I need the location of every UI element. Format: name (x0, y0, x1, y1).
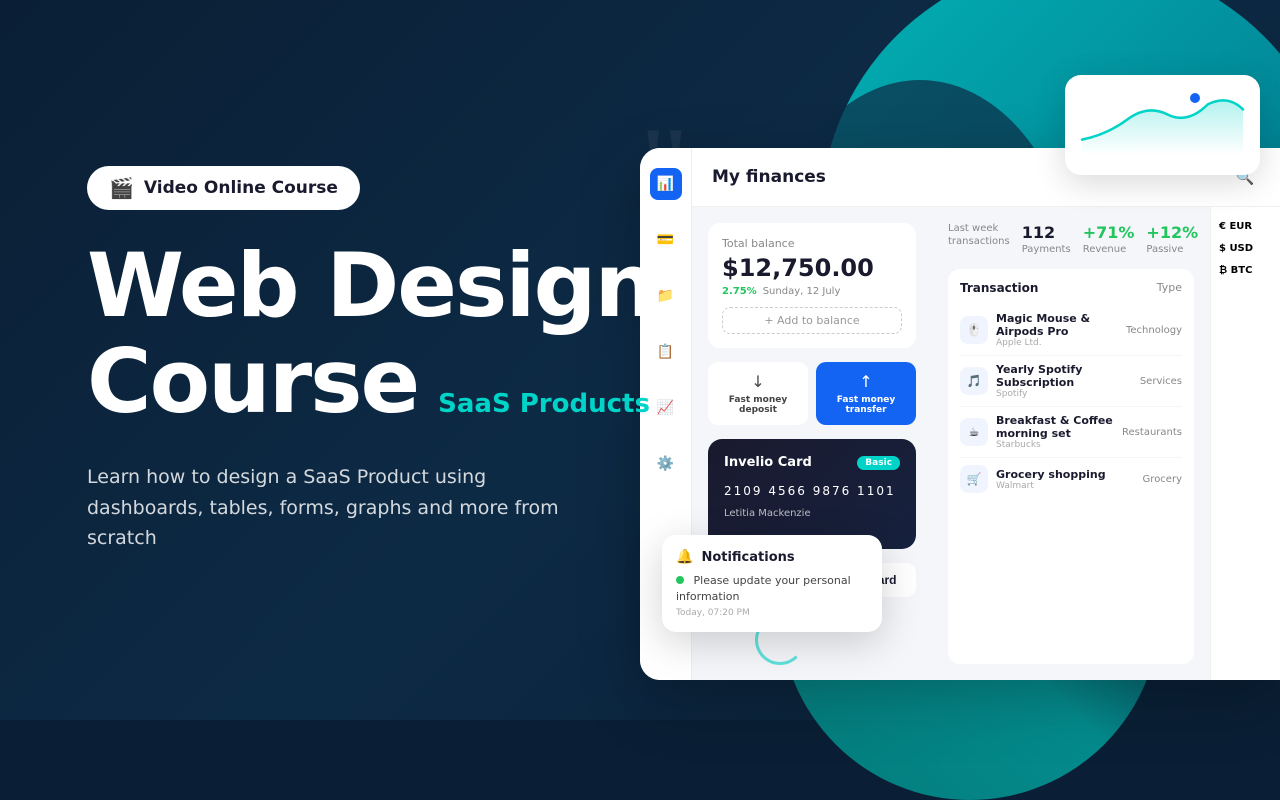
deposit-card[interactable]: ↓ Fast money deposit (708, 362, 808, 425)
transaction-type-3: Grocery (1143, 474, 1182, 485)
card-name: Invelio Card (724, 455, 812, 470)
transaction-name-3: Grocery shopping (996, 468, 1135, 481)
hero-subtitle: Learn how to design a SaaS Product using… (87, 462, 607, 553)
balance-date: Sunday, 12 July (763, 286, 841, 297)
course-badge[interactable]: 🎬 Video Online Course (87, 166, 360, 210)
action-cards: ↓ Fast money deposit ↑ Fast money transf… (708, 362, 916, 425)
card-header: Invelio Card Basic (724, 455, 900, 470)
transaction-sub-1: Spotify (996, 389, 1132, 399)
transaction-sub-3: Walmart (996, 481, 1135, 491)
card-badge: Basic (857, 456, 900, 470)
balance-change: 2.75% (722, 286, 757, 297)
usd-flag: $ USD (1219, 243, 1272, 254)
eur-flag: € EUR (1219, 221, 1272, 232)
stat-payments: 112 Payments (1022, 223, 1071, 255)
transaction-icon-2: ☕ (960, 418, 988, 446)
stat-payments-label: Payments (1022, 244, 1071, 255)
credit-card: Invelio Card Basic 2109 4566 9876 1101 L… (708, 439, 916, 549)
stat-transactions-label2: transactions (948, 236, 1010, 247)
notification-text: Please update your personal information (676, 574, 851, 602)
notification-title: Notifications (701, 550, 794, 565)
stat-passive-label: Passive (1146, 244, 1198, 255)
add-balance-button[interactable]: + Add to balance (722, 307, 902, 334)
notification-time: Today, 07:20 PM (676, 608, 868, 618)
transfer-card[interactable]: ↑ Fast money transfer (816, 362, 916, 425)
transaction-name-1: Yearly Spotify Subscription (996, 363, 1132, 389)
title-line2: Course (87, 338, 418, 426)
chart-svg (1077, 87, 1248, 157)
stat-passive-value: +12% (1146, 223, 1198, 242)
transaction-item-2[interactable]: ☕ Breakfast & Coffee morning set Starbuc… (960, 407, 1182, 458)
stats-row: Last week transactions 112 Payments +71%… (948, 223, 1194, 255)
transaction-info-2: Breakfast & Coffee morning set Starbucks (996, 414, 1114, 450)
hero-section: 🎬 Video Online Course Web Design Course … (87, 0, 687, 720)
badge-label: Video Online Course (144, 178, 338, 198)
notification-popup: 🔔 Notifications Please update your perso… (662, 535, 882, 632)
transaction-type-2: Restaurants (1122, 427, 1182, 438)
transaction-icon-1: 🎵 (960, 367, 988, 395)
transaction-info-1: Yearly Spotify Subscription Spotify (996, 363, 1132, 399)
card-holder: Letitia Mackenzie (724, 508, 900, 519)
transaction-info-3: Grocery shopping Walmart (996, 468, 1135, 491)
transaction-sub-0: Apple Ltd. (996, 338, 1118, 348)
currency-eur[interactable]: € EUR (1219, 221, 1272, 233)
transaction-type-1: Services (1140, 376, 1182, 387)
btc-flag: ₿ BTC (1219, 265, 1272, 276)
currency-sidebar: € EUR $ USD ₿ BTC (1210, 207, 1280, 680)
card-number: 2109 4566 9876 1101 (724, 484, 900, 498)
balance-meta: 2.75% Sunday, 12 July (722, 286, 902, 297)
balance-amount: $12,750.00 (722, 254, 902, 282)
transactions-section: Transaction Type 🖱️ Magic Mouse & Airpod… (948, 269, 1194, 664)
stat-transactions: Last week transactions (948, 223, 1010, 247)
stat-passive: +12% Passive (1146, 223, 1198, 255)
transfer-label: Fast money transfer (824, 395, 908, 415)
transaction-info-0: Magic Mouse & Airpods Pro Apple Ltd. (996, 312, 1118, 348)
balance-card: Total balance $12,750.00 2.75% Sunday, 1… (708, 223, 916, 348)
stat-transactions-label: Last week (948, 223, 1010, 234)
transaction-icon-3: 🛒 (960, 465, 988, 493)
deposit-icon: ↓ (751, 372, 764, 391)
transaction-item-3[interactable]: 🛒 Grocery shopping Walmart Grocery (960, 458, 1182, 500)
stat-revenue: +71% Revenue (1083, 223, 1135, 255)
transactions-header: Transaction Type (960, 281, 1182, 295)
currency-usd[interactable]: $ USD (1219, 243, 1272, 255)
saas-tag: SaaS Products (438, 389, 650, 419)
deposit-label: Fast money deposit (716, 395, 800, 415)
chart-dot (1190, 93, 1200, 103)
stat-payments-value: 112 (1022, 223, 1071, 242)
transactions-type-label: Type (1157, 281, 1182, 295)
transaction-icon-0: 🖱️ (960, 316, 988, 344)
currency-btc[interactable]: ₿ BTC (1219, 265, 1272, 277)
notification-message: Please update your personal information (676, 573, 868, 604)
transactions-title: Transaction (960, 281, 1038, 295)
balance-label: Total balance (722, 237, 902, 250)
transfer-icon: ↑ (859, 372, 872, 391)
transaction-name-2: Breakfast & Coffee morning set (996, 414, 1114, 440)
transaction-type-0: Technology (1126, 325, 1182, 336)
transaction-name-0: Magic Mouse & Airpods Pro (996, 312, 1118, 338)
notification-header: 🔔 Notifications (676, 549, 868, 565)
title-line2-row: Course SaaS Products (87, 338, 687, 426)
stat-revenue-label: Revenue (1083, 244, 1135, 255)
transaction-sub-2: Starbucks (996, 440, 1114, 450)
dashboard-right-panel: Last week transactions 112 Payments +71%… (932, 207, 1210, 680)
title-line1: Web Design (87, 242, 687, 330)
chart-card (1065, 75, 1260, 175)
transaction-item-1[interactable]: 🎵 Yearly Spotify Subscription Spotify Se… (960, 356, 1182, 407)
stat-revenue-value: +71% (1083, 223, 1135, 242)
badge-icon: 🎬 (109, 176, 134, 200)
dashboard-title: My finances (712, 167, 826, 187)
transaction-item[interactable]: 🖱️ Magic Mouse & Airpods Pro Apple Ltd. … (960, 305, 1182, 356)
